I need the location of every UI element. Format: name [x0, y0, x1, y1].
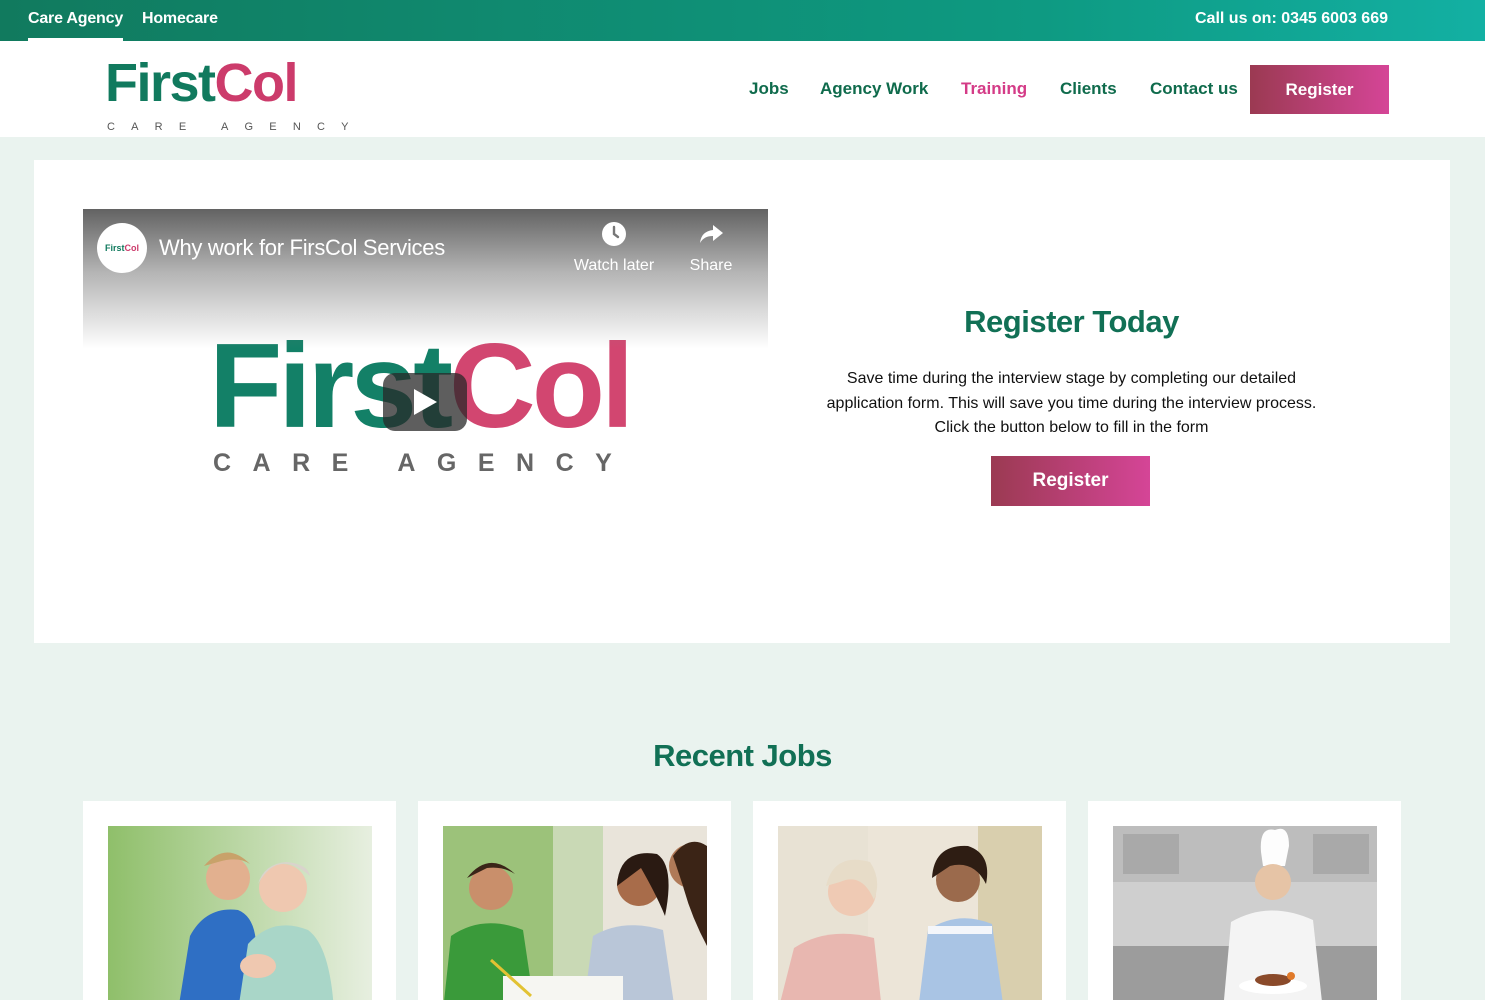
phone-number[interactable]: Call us on: 0345 6003 669 — [1195, 0, 1388, 38]
watch-later-label: Watch later — [573, 257, 655, 274]
nav-clients[interactable]: Clients — [1060, 79, 1117, 99]
tab-care-agency[interactable]: Care Agency — [28, 0, 123, 41]
logo-first: First — [105, 53, 216, 113]
share-icon — [700, 225, 723, 243]
logo-col: Col — [214, 53, 299, 113]
play-button[interactable] — [383, 373, 467, 431]
play-icon — [414, 389, 437, 415]
logo-subtitle: CARE AGENCY — [107, 121, 365, 133]
job-image-chef[interactable] — [1113, 826, 1377, 1000]
video-logo-subtitle: CARE AGENCY — [213, 449, 634, 477]
share-label: Share — [689, 257, 733, 274]
register-heading: Register Today — [964, 304, 1179, 339]
register-description: Save time during the interview stage by … — [826, 370, 1317, 436]
job-card[interactable] — [418, 801, 731, 1000]
nav-jobs[interactable]: Jobs — [749, 79, 789, 99]
site-header: FirstCol CARE AGENCY Jobs Agency Work Tr… — [0, 41, 1485, 137]
channel-avatar[interactable]: First Col — [97, 223, 147, 273]
job-card[interactable] — [753, 801, 1066, 1000]
tab-homecare[interactable]: Homecare — [142, 0, 218, 41]
site-logo[interactable]: FirstCol CARE AGENCY — [105, 53, 348, 133]
job-card[interactable] — [83, 801, 396, 1000]
recent-jobs-heading: Recent Jobs — [653, 738, 832, 773]
nav-contact-us[interactable]: Contact us — [1150, 79, 1238, 99]
nav-training[interactable]: Training — [961, 79, 1027, 99]
job-card[interactable] — [1088, 801, 1401, 1000]
share-button[interactable]: Share — [666, 221, 756, 275]
watch-later-button[interactable]: Watch later — [569, 221, 659, 275]
nav-agency-work[interactable]: Agency Work — [820, 79, 928, 99]
job-image-tutoring[interactable] — [443, 826, 707, 1000]
job-image-nurse-patient[interactable] — [778, 826, 1042, 1000]
channel-avatar-first: First — [104, 243, 125, 253]
job-image-carer-elderly[interactable] — [108, 826, 372, 1000]
hero-card: FirstCol CARE AGENCY First Col Why work f… — [34, 160, 1450, 643]
top-utility-bar: Care Agency Homecare Call us on: 0345 60… — [0, 0, 1485, 41]
register-panel: Register Today Save time during the inte… — [814, 160, 1329, 643]
video-title[interactable]: Why work for FirsCol Services — [159, 235, 445, 261]
register-button-main[interactable]: Register — [991, 456, 1150, 506]
clock-icon — [602, 222, 626, 246]
video-player[interactable]: FirstCol CARE AGENCY First Col Why work f… — [83, 209, 768, 509]
register-button-header[interactable]: Register — [1250, 65, 1389, 114]
channel-avatar-col: Col — [124, 243, 140, 253]
